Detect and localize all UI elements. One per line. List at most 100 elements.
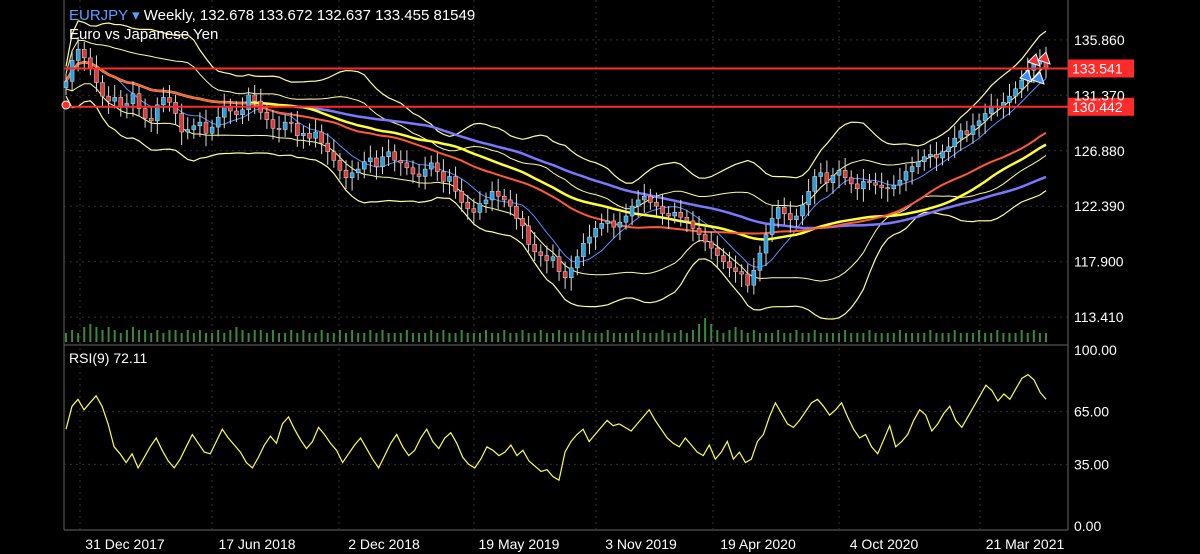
candle-body[interactable] <box>270 119 276 129</box>
candle-body[interactable] <box>562 271 568 279</box>
candle-body[interactable] <box>818 172 824 177</box>
candle-body[interactable] <box>410 167 416 175</box>
candle-body[interactable] <box>1019 79 1024 90</box>
candle-body[interactable] <box>349 172 355 178</box>
candle-body[interactable] <box>471 208 477 213</box>
candle-body[interactable] <box>702 234 708 243</box>
candle-body[interactable] <box>112 97 117 102</box>
candle-body[interactable] <box>88 57 93 69</box>
candle-body[interactable] <box>374 157 379 167</box>
candle-body[interactable] <box>861 181 866 190</box>
candle-body[interactable] <box>532 244 537 253</box>
candle-body[interactable] <box>842 170 848 178</box>
candle-body[interactable] <box>520 218 525 227</box>
candle-body[interactable] <box>897 179 903 186</box>
candle-body[interactable] <box>782 207 787 214</box>
candle-body[interactable] <box>806 191 811 206</box>
candle-body[interactable] <box>964 130 970 135</box>
candle-body[interactable] <box>696 228 702 235</box>
candle-body[interactable] <box>191 125 197 130</box>
candle-body[interactable] <box>879 184 884 188</box>
candle-body[interactable] <box>690 220 696 229</box>
candle-body[interactable] <box>733 267 738 272</box>
candle-body[interactable] <box>319 131 324 144</box>
candle-body[interactable] <box>605 220 610 224</box>
candle-body[interactable] <box>288 121 294 124</box>
candle-body[interactable] <box>581 242 586 258</box>
candle-body[interactable] <box>465 202 470 209</box>
candle-body[interactable] <box>209 126 215 134</box>
candle-body[interactable] <box>380 156 385 167</box>
candle-body[interactable] <box>63 81 69 88</box>
candle-body[interactable] <box>660 205 665 214</box>
candle-body[interactable] <box>459 191 464 203</box>
candle-body[interactable] <box>684 216 690 222</box>
candle-body[interactable] <box>179 113 184 133</box>
candle-body[interactable] <box>928 153 933 157</box>
candle-body[interactable] <box>812 176 817 192</box>
candle-body[interactable] <box>678 212 684 218</box>
candle-body[interactable] <box>1007 95 1012 103</box>
candle-body[interactable] <box>404 162 410 169</box>
candle-body[interactable] <box>477 203 483 213</box>
candle-body[interactable] <box>794 215 799 220</box>
candle-body[interactable] <box>757 252 763 271</box>
candle-body[interactable] <box>715 247 720 256</box>
candle-body[interactable] <box>544 255 550 261</box>
candle-body[interactable] <box>252 94 257 102</box>
candle-body[interactable] <box>167 97 172 103</box>
candle-body[interactable] <box>343 170 349 178</box>
candle-body[interactable] <box>313 131 318 139</box>
candle-body[interactable] <box>909 166 915 172</box>
candle-body[interactable] <box>867 181 872 183</box>
candle-body[interactable] <box>903 171 909 181</box>
candle-body[interactable] <box>763 234 769 254</box>
candle-body[interactable] <box>623 215 629 223</box>
candle-body[interactable] <box>587 236 592 244</box>
candle-body[interactable] <box>836 170 842 176</box>
candle-body[interactable] <box>934 153 939 159</box>
candle-body[interactable] <box>873 182 878 186</box>
candle-body[interactable] <box>915 161 921 167</box>
candle-body[interactable] <box>708 241 714 249</box>
candle-body[interactable] <box>185 129 190 133</box>
candle-body[interactable] <box>447 176 452 182</box>
candle-body[interactable] <box>215 116 221 128</box>
candle-body[interactable] <box>428 162 434 170</box>
candle-body[interactable] <box>100 82 105 97</box>
candle-body[interactable] <box>148 118 154 122</box>
candle-body[interactable] <box>642 195 647 201</box>
candle-body[interactable] <box>495 191 501 197</box>
candle-body[interactable] <box>526 225 531 245</box>
candle-body[interactable] <box>325 142 330 153</box>
candle-body[interactable] <box>203 121 209 134</box>
candle-body[interactable] <box>830 174 836 183</box>
candle-body[interactable] <box>848 177 854 185</box>
candle-body[interactable] <box>130 93 136 104</box>
candle-body[interactable] <box>617 221 623 228</box>
candle-body[interactable] <box>75 48 81 61</box>
candle-body[interactable] <box>502 195 507 201</box>
candle-body[interactable] <box>331 151 337 161</box>
candle-body[interactable] <box>891 184 897 190</box>
candle-body[interactable] <box>635 199 641 207</box>
candle-body[interactable] <box>727 261 732 269</box>
candle-body[interactable] <box>234 110 239 115</box>
candle-body[interactable] <box>958 130 964 139</box>
candle-body[interactable] <box>398 160 404 164</box>
candle-body[interactable] <box>355 168 361 174</box>
candle-body[interactable] <box>721 255 726 262</box>
candle-body[interactable] <box>885 187 890 190</box>
candle-body[interactable] <box>982 113 988 122</box>
candle-body[interactable] <box>483 199 489 204</box>
line-handle-icon[interactable] <box>61 100 71 110</box>
candle-body[interactable] <box>453 176 458 192</box>
symbol-label[interactable]: EURJPY <box>69 7 128 24</box>
candle-body[interactable] <box>362 161 367 170</box>
candle-body[interactable] <box>769 218 775 235</box>
candle-body[interactable] <box>976 120 982 127</box>
candle-body[interactable] <box>575 256 580 269</box>
candle-body[interactable] <box>550 256 556 261</box>
candle-body[interactable] <box>435 162 440 172</box>
candle-body[interactable] <box>751 270 757 286</box>
